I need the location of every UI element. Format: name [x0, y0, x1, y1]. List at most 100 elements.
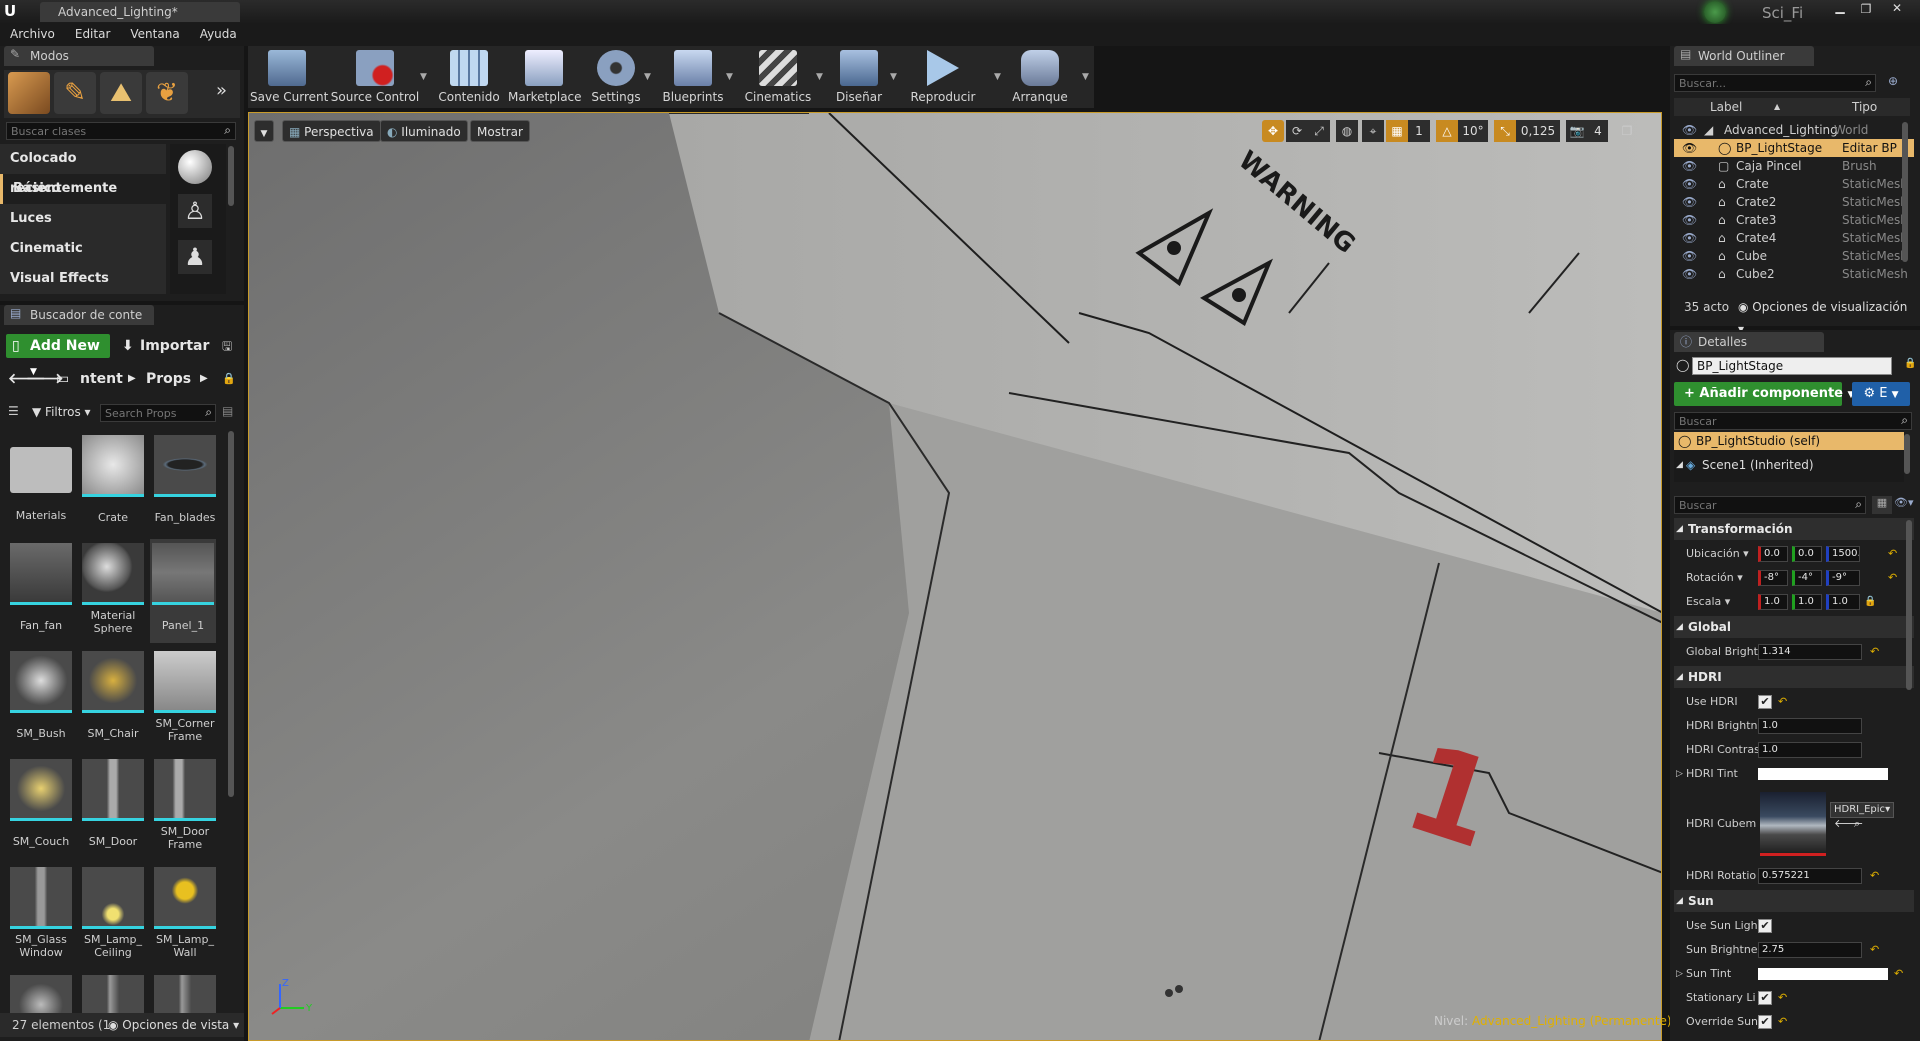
reset-arrow-icon[interactable]: ↶	[1894, 962, 1903, 986]
modes-scrollbar[interactable]	[228, 146, 234, 206]
eye-icon[interactable]: 👁	[1682, 247, 1697, 265]
modes-tab[interactable]: ✎ Modos	[4, 46, 154, 66]
blueprints-button[interactable]: Blueprints	[656, 46, 730, 108]
build-button[interactable]: Diseñar	[826, 46, 892, 108]
column-type[interactable]: Tipo	[1852, 98, 1877, 116]
asset-search-input[interactable]	[101, 405, 191, 421]
asset-tile[interactable]: SM_Couch	[8, 759, 74, 848]
foliage-mode-icon[interactable]: ❦	[146, 72, 188, 114]
rotation-z-field[interactable]: -9°	[1826, 570, 1860, 586]
eye-icon[interactable]: 👁	[1682, 229, 1697, 247]
viewport-scene[interactable]: WARNING 1	[249, 113, 1662, 1041]
hdri-contrast-field[interactable]: 1.0	[1758, 742, 1862, 758]
outliner-row-selected[interactable]: 👁 ◯ BP_LightStage Editar BP	[1674, 139, 1914, 157]
paint-mode-icon[interactable]: ✎	[54, 72, 96, 114]
override-sun-checkbox[interactable]: ✔	[1758, 1015, 1772, 1029]
chevron-down-icon[interactable]: ▼	[420, 72, 427, 82]
launch-button[interactable]: Arranque	[1002, 46, 1078, 108]
save-current-button[interactable]: Save Current	[250, 46, 328, 108]
perspective-button[interactable]: ▦ Perspectiva	[282, 120, 381, 142]
actor-name-field[interactable]: BP_LightStage	[1692, 357, 1892, 375]
eye-icon[interactable]: 👁	[1682, 121, 1697, 139]
component-scrollbar[interactable]	[1904, 434, 1910, 474]
class-search[interactable]: ⌕	[6, 122, 236, 140]
category-cinematic[interactable]: Cinematic	[0, 234, 166, 264]
translate-icon[interactable]: ✥	[1262, 120, 1284, 142]
edit-blueprint-button[interactable]: ⚙ E ▼	[1852, 382, 1910, 406]
save-all-icon[interactable]: 🖫	[222, 337, 232, 358]
world-outliner-tab[interactable]: ▤ World Outliner	[1674, 46, 1814, 66]
category-lights[interactable]: Luces	[0, 204, 166, 234]
grid-snap-value[interactable]: 1	[1408, 120, 1430, 142]
reset-arrow-icon[interactable]: ↶	[1888, 542, 1897, 566]
show-button[interactable]: Mostrar	[470, 120, 530, 142]
outliner-row[interactable]: 👁 ⌂ Crate StaticMesh	[1674, 175, 1914, 193]
filters-button[interactable]: ▼ Filtros ▾	[32, 405, 91, 419]
section-sun[interactable]: ◢ Sun	[1674, 890, 1914, 912]
asset-tile[interactable]: SM_Corner Frame	[152, 651, 218, 743]
chevron-down-icon[interactable]: ▼	[1082, 72, 1089, 82]
lock-icon[interactable]: 🔒	[1904, 358, 1916, 369]
scale-snap-value[interactable]: 0,125	[1516, 120, 1560, 142]
lock-icon[interactable]: 🔒	[1864, 590, 1876, 614]
camera-speed-icon[interactable]: 📷	[1566, 120, 1588, 142]
add-component-button[interactable]: + Añadir componente ▼	[1674, 382, 1854, 406]
save-search-icon[interactable]: ▤	[222, 404, 233, 418]
place-mode-icon[interactable]	[8, 72, 50, 114]
outliner-scrollbar[interactable]	[1902, 122, 1908, 262]
eye-icon[interactable]: 👁	[1682, 175, 1697, 193]
outliner-row[interactable]: 👁 ⌂ Crate4 StaticMesh	[1674, 229, 1914, 247]
reset-arrow-icon[interactable]: ↶	[1778, 986, 1787, 1010]
rotate-icon[interactable]: ⟳	[1286, 120, 1308, 142]
sources-toggle-icon[interactable]: ☰	[8, 404, 19, 418]
section-hdri[interactable]: ◢ HDRI	[1674, 666, 1914, 688]
asset-tile[interactable]: Crate	[80, 435, 146, 524]
outliner-row[interactable]: 👁 ◢ Advanced_Lighting World	[1674, 121, 1914, 139]
outliner-row[interactable]: 👁 ⌂ Cube StaticMesh	[1674, 247, 1914, 265]
section-global[interactable]: ◢ Global	[1674, 616, 1914, 638]
property-search[interactable]: ⌕	[1674, 496, 1866, 514]
outliner-add-icon[interactable]: ⊕	[1888, 74, 1898, 88]
rotation-y-field[interactable]: -4°	[1792, 570, 1822, 586]
close-button[interactable]: ✕	[1882, 0, 1912, 16]
reset-arrow-icon[interactable]: ↶	[1778, 690, 1787, 714]
scale-snap-icon[interactable]: ⤡	[1494, 120, 1516, 142]
chevron-down-icon[interactable]: ▼	[816, 72, 823, 82]
viewport[interactable]: WARNING 1	[248, 112, 1662, 1041]
eye-icon[interactable]: 👁	[1682, 193, 1697, 211]
chevron-down-icon[interactable]: ▼	[726, 72, 733, 82]
path-segment-content[interactable]: ntent	[80, 367, 123, 391]
expand-arrow-icon[interactable]: ▷	[1676, 762, 1683, 786]
asset-tile[interactable]: Materials	[8, 435, 74, 522]
outliner-search-input[interactable]	[1675, 75, 1851, 91]
landscape-mode-icon[interactable]: ⛰	[100, 72, 142, 114]
grid-snap-icon[interactable]: ▦	[1386, 120, 1408, 142]
asset-tile[interactable]: SM_Bush	[8, 651, 74, 740]
chevron-down-icon[interactable]: ▼	[644, 72, 651, 82]
rotation-label[interactable]: Rotación ▾	[1686, 566, 1743, 590]
location-label[interactable]: Ubicación ▾	[1686, 542, 1749, 566]
sun-tint-swatch[interactable]	[1758, 968, 1888, 980]
use-hdri-checkbox[interactable]: ✔	[1758, 695, 1772, 709]
browse-search-icon[interactable]: ⌕	[1854, 812, 1860, 836]
outliner-search[interactable]: ⌕	[1674, 74, 1876, 92]
outliner-type[interactable]: Editar BP	[1842, 139, 1897, 157]
outliner-row[interactable]: 👁 ▢ Caja Pincel Brush	[1674, 157, 1914, 175]
cinematics-button[interactable]: Cinematics	[738, 46, 818, 108]
visibility-filter-icon[interactable]: 👁▾	[1894, 496, 1916, 514]
asset-tile[interactable]: Fan_fan	[8, 543, 74, 632]
viewport-options-button[interactable]: ▼	[254, 120, 274, 142]
scale-z-field[interactable]: 1.0	[1826, 594, 1860, 610]
category-recent[interactable]: Colocado recientemente	[0, 144, 166, 196]
stationary-checkbox[interactable]: ✔	[1758, 991, 1772, 1005]
location-x-field[interactable]: 0.0	[1758, 546, 1788, 562]
asset-tile[interactable]: SM_Door	[80, 759, 146, 848]
reset-arrow-icon[interactable]: ↶	[1778, 1010, 1787, 1034]
details-scrollbar[interactable]	[1906, 520, 1912, 690]
sun-brightness-field[interactable]: 2.75	[1758, 942, 1862, 958]
surface-snap-icon[interactable]: ⌖	[1362, 120, 1384, 142]
add-new-button[interactable]: ▯ Add New ▼	[6, 334, 110, 377]
world-space-icon[interactable]: ◍	[1336, 120, 1358, 142]
maximize-viewport-icon[interactable]: ❐	[1618, 120, 1636, 142]
component-search-input[interactable]	[1675, 413, 1885, 429]
